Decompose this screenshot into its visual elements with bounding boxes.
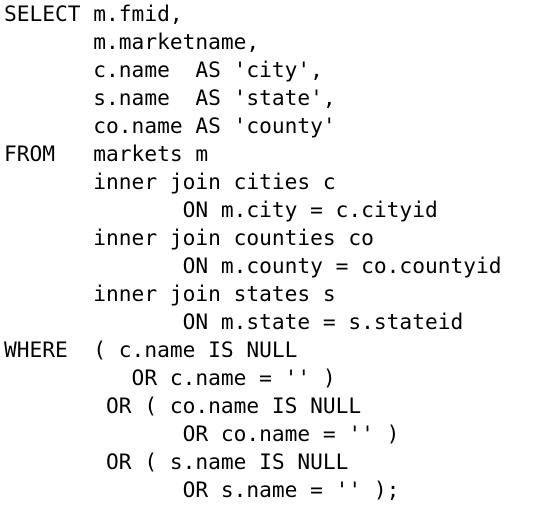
code-line-on-county: ON m.county = co.countyid <box>4 253 502 278</box>
code-line-from: FROM markets m <box>4 141 209 166</box>
code-line-or-county-empty: OR co.name = '' ) <box>4 421 400 446</box>
code-line-or-county-null: OR ( co.name IS NULL <box>4 393 362 418</box>
code-line-or-state-null: OR ( s.name IS NULL <box>4 449 349 474</box>
code-line-where: WHERE ( c.name IS NULL <box>4 337 298 362</box>
code-line-join-counties: inner join counties co <box>4 225 374 250</box>
code-line-join-states: inner join states s <box>4 281 336 306</box>
code-line-on-state: ON m.state = s.stateid <box>4 309 464 334</box>
code-line-or-state-empty: OR s.name = '' ); <box>4 477 400 502</box>
code-line-marketname: m.marketname, <box>4 29 260 54</box>
sql-code-block: SELECT m.fmid, m.marketname, c.name AS '… <box>4 0 558 504</box>
code-line-join-cities: inner join cities c <box>4 169 336 194</box>
code-line-select: SELECT m.fmid, <box>4 1 183 26</box>
code-line-or-city-empty: OR c.name = '' ) <box>4 365 336 390</box>
code-line-on-city: ON m.city = c.cityid <box>4 197 438 222</box>
code-line-county-alias: co.name AS 'county' <box>4 113 336 138</box>
code-line-city-alias: c.name AS 'city', <box>4 57 323 82</box>
code-line-state-alias: s.name AS 'state', <box>4 85 336 110</box>
